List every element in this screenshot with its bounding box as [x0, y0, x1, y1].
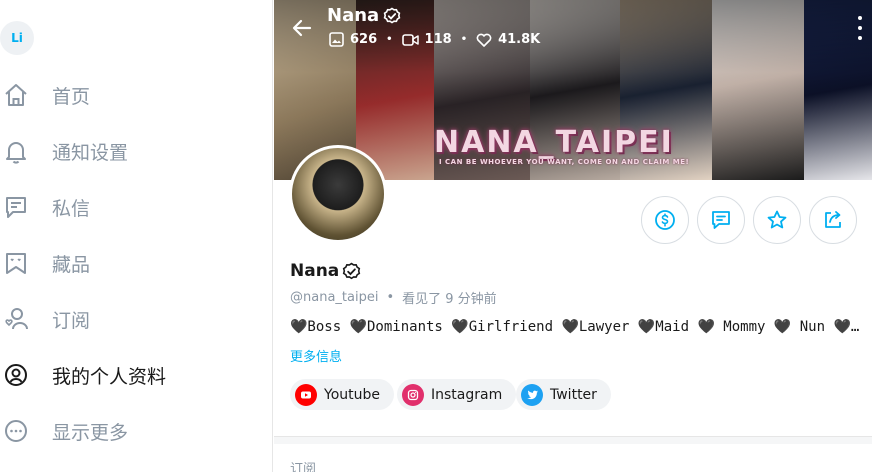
profile-name: Nana [290, 261, 361, 281]
collections-icon [0, 247, 32, 279]
verified-icon [383, 7, 401, 23]
last-seen: 看见了 9 分钟前 [402, 292, 497, 307]
stat-separator: • [386, 34, 393, 45]
sidebar-item-my-profile[interactable]: 我的个人资料 [0, 355, 260, 395]
sidebar-item-label: 通知设置 [52, 141, 129, 164]
profile-icon [0, 359, 32, 391]
arrow-left-icon [292, 19, 312, 37]
sidebar-item-notifications[interactable]: 通知设置 [0, 131, 260, 171]
message-icon [0, 191, 32, 223]
likes-count: 41.8K [498, 32, 541, 47]
more-info-link[interactable]: 更多信息 [290, 346, 342, 365]
twitter-label: Twitter [550, 386, 597, 403]
star-icon [767, 210, 787, 229]
photos-count: 626 [350, 32, 378, 47]
banner-subtitle: I CAN BE WHOEVER YOU WANT, COME ON AND C… [439, 158, 690, 166]
youtube-link[interactable]: Youtube [290, 379, 394, 410]
sidebar-item-label: 显示更多 [52, 421, 129, 444]
message-icon [712, 211, 730, 229]
videos-count: 118 [424, 32, 452, 47]
tip-button[interactable] [641, 196, 689, 244]
share-icon [825, 211, 841, 228]
sidebar-item-label: 我的个人资料 [52, 365, 167, 388]
sidebar-item-messages[interactable]: 私信 [0, 187, 260, 227]
profile-handle: @nana_taipei [290, 290, 379, 305]
sidebar: Li 首页 通知设置 私信 藏品 订阅 我的个人资料 显示更多 [0, 0, 273, 472]
instagram-label: Instagram [431, 386, 503, 403]
dollar-icon [655, 210, 675, 230]
youtube-icon [295, 383, 317, 406]
youtube-label: Youtube [324, 386, 380, 403]
back-button[interactable] [288, 14, 316, 42]
profile-bio: 🖤Boss 🖤Dominants 🖤Girlfriend 🖤Lawyer 🖤Ma… [290, 319, 860, 335]
instagram-icon [402, 383, 424, 406]
sidebar-item-subscriptions[interactable]: 订阅 [0, 299, 260, 339]
heart-icon [476, 33, 492, 47]
profile-name-text: Nana [290, 261, 340, 281]
home-icon [0, 79, 32, 111]
share-button[interactable] [809, 196, 857, 244]
twitter-link[interactable]: Twitter [516, 379, 611, 410]
profile-avatar[interactable] [289, 145, 387, 243]
sidebar-item-label: 私信 [52, 197, 91, 220]
sidebar-item-collections[interactable]: 藏品 [0, 243, 260, 283]
image-icon [329, 32, 344, 47]
twitter-icon [521, 383, 543, 406]
profile-meta: @nana_taipei • 看见了 9 分钟前 [290, 288, 497, 307]
verified-icon [343, 262, 361, 279]
video-icon [401, 33, 419, 46]
header-stats: 626 • 118 • 41.8K [329, 32, 540, 47]
header-name-text: Nana [327, 5, 380, 26]
meta-separator: • [386, 290, 395, 305]
subscriptions-icon [0, 303, 32, 335]
photos-stat: 626 [329, 32, 377, 47]
subscriptions-heading: 订阅 [290, 462, 317, 472]
more-options-button[interactable] [854, 16, 866, 40]
sidebar-item-label: 藏品 [52, 253, 91, 276]
section-divider [274, 436, 872, 444]
sidebar-item-home[interactable]: 首页 [0, 75, 260, 115]
profile-main: NANA_TAIPEI I CAN BE WHOEVER YOU WANT, C… [274, 0, 872, 472]
user-avatar[interactable]: Li [0, 21, 34, 55]
videos-stat: 118 [401, 32, 452, 47]
favorite-button[interactable] [753, 196, 801, 244]
stat-separator: • [460, 34, 468, 45]
more-icon [0, 415, 32, 447]
likes-stat: 41.8K [476, 32, 540, 47]
sidebar-item-more[interactable]: 显示更多 [0, 411, 260, 451]
sidebar-item-label: 首页 [52, 85, 91, 108]
bell-icon [0, 135, 32, 167]
header-name: Nana [327, 5, 401, 26]
message-button[interactable] [697, 196, 745, 244]
banner-title: NANA_TAIPEI [434, 125, 674, 160]
instagram-link[interactable]: Instagram [397, 379, 517, 410]
sidebar-item-label: 订阅 [52, 309, 91, 332]
